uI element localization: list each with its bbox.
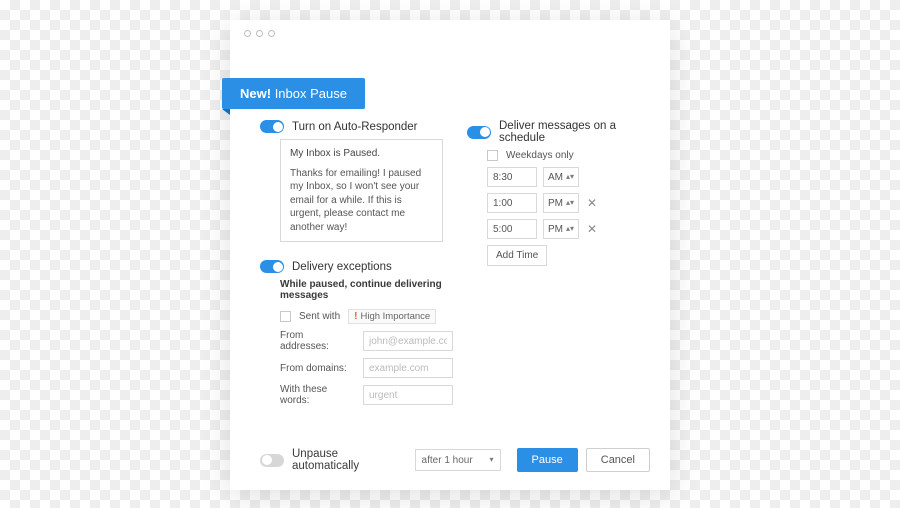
stepper-icon: ▴▾: [566, 199, 574, 207]
from-addresses-label: From addresses:: [280, 330, 355, 352]
with-words-label: With these words:: [280, 384, 355, 406]
weekdays-label: Weekdays only: [506, 150, 574, 161]
with-words-input[interactable]: [363, 385, 453, 405]
ampm-value: AM: [548, 172, 563, 183]
unpause-label: Unpause automatically: [292, 448, 407, 472]
exceptions-toggle[interactable]: [260, 260, 284, 273]
content: Turn on Auto-Responder My Inbox is Pause…: [260, 120, 650, 412]
badge-title: Inbox Pause: [275, 86, 347, 101]
footer: Unpause automatically after 1 hour ▾ Pau…: [260, 448, 650, 472]
from-domains-input[interactable]: [363, 358, 453, 378]
ampm-select[interactable]: PM ▴▾: [543, 219, 579, 239]
traffic-dot: [244, 30, 251, 37]
unpause-after-select[interactable]: after 1 hour ▾: [415, 449, 501, 471]
settings-window: New! Inbox Pause Turn on Auto-Responder …: [230, 20, 670, 490]
with-words-row: With these words:: [280, 384, 443, 406]
time-row: AM ▴▾: [487, 167, 650, 187]
autoresponder-header: Turn on Auto-Responder: [260, 120, 443, 133]
new-badge: New! Inbox Pause: [222, 78, 365, 109]
schedule-toggle[interactable]: [467, 126, 491, 139]
right-column: Deliver messages on a schedule Weekdays …: [467, 120, 650, 412]
time-row: PM ▴▾ ✕: [487, 193, 650, 213]
ampm-value: PM: [548, 198, 563, 209]
unpause-toggle[interactable]: [260, 454, 284, 467]
sentwith-label: Sent with: [299, 311, 340, 322]
sentwith-row: Sent with ! High Importance: [280, 309, 443, 324]
high-importance-text: High Importance: [360, 311, 430, 322]
badge-new: New!: [240, 86, 271, 101]
autoresponder-message[interactable]: My Inbox is Paused. Thanks for emailing!…: [280, 139, 443, 242]
from-domains-row: From domains:: [280, 358, 443, 378]
autoresponder-body: Thanks for emailing! I paused my Inbox, …: [290, 167, 433, 235]
traffic-dot: [268, 30, 275, 37]
chevron-down-icon: ▾: [490, 456, 494, 464]
autoresponder-subject: My Inbox is Paused.: [290, 147, 433, 161]
remove-time-button[interactable]: ✕: [585, 196, 599, 210]
from-addresses-row: From addresses:: [280, 330, 443, 352]
weekdays-row: Weekdays only: [487, 150, 650, 161]
autoresponder-title: Turn on Auto-Responder: [292, 121, 418, 133]
exclamation-icon: !: [354, 311, 357, 322]
pause-button[interactable]: Pause: [517, 448, 578, 472]
sentwith-checkbox[interactable]: [280, 311, 291, 322]
unpause-after-value: after 1 hour: [422, 455, 473, 466]
ampm-select[interactable]: AM ▴▾: [543, 167, 579, 187]
window-traffic-lights: [230, 20, 670, 47]
remove-time-button[interactable]: ✕: [585, 222, 599, 236]
exceptions-header: Delivery exceptions: [260, 260, 443, 273]
autoresponder-toggle[interactable]: [260, 120, 284, 133]
time-input[interactable]: [487, 193, 537, 213]
cancel-button[interactable]: Cancel: [586, 448, 650, 472]
high-importance-pill: ! High Importance: [348, 309, 436, 324]
traffic-dot: [256, 30, 263, 37]
exceptions-heading: While paused, continue delivering messag…: [280, 279, 443, 301]
weekdays-checkbox[interactable]: [487, 150, 498, 161]
time-row: PM ▴▾ ✕: [487, 219, 650, 239]
from-domains-label: From domains:: [280, 363, 355, 374]
schedule-header: Deliver messages on a schedule: [467, 120, 650, 144]
ampm-select[interactable]: PM ▴▾: [543, 193, 579, 213]
time-input[interactable]: [487, 219, 537, 239]
schedule-title: Deliver messages on a schedule: [499, 120, 650, 144]
stepper-icon: ▴▾: [566, 173, 574, 181]
stepper-icon: ▴▾: [566, 225, 574, 233]
ampm-value: PM: [548, 224, 563, 235]
from-addresses-input[interactable]: [363, 331, 453, 351]
exceptions-title: Delivery exceptions: [292, 261, 392, 273]
left-column: Turn on Auto-Responder My Inbox is Pause…: [260, 120, 443, 412]
time-input[interactable]: [487, 167, 537, 187]
add-time-button[interactable]: Add Time: [487, 245, 547, 266]
